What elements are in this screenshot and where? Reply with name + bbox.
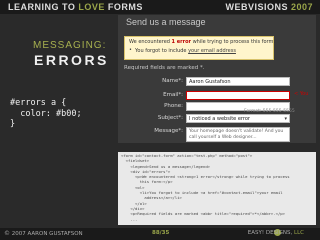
css-code-sample: #errors a { color: #b00; } (10, 98, 82, 129)
presentation-title: LEARNING TO LOVE FORMS (8, 2, 143, 12)
subject-selected-value: I noticed a website error (189, 116, 250, 122)
phone-label: Phone: (164, 103, 183, 109)
error-intro: We encountered (129, 39, 172, 45)
error-rest: while trying to process this form: (190, 39, 276, 45)
email-error-marker: < You (294, 91, 309, 97)
error-summary-box: We encountered 1 error while trying to p… (124, 36, 275, 60)
bullet-icon: • (129, 47, 132, 53)
slide-counter: 88/35 (152, 230, 170, 236)
error-list-item: • You forgot to include your email addres… (129, 47, 236, 54)
error-summary-text: We encountered 1 error while trying to p… (129, 39, 275, 45)
copyright-icon: © (4, 230, 10, 237)
form-heading: Send us a message (126, 17, 206, 27)
name-label: Name*: (162, 78, 183, 84)
subject-select[interactable]: I noticed a website error ▾ (186, 114, 290, 123)
event-name: WEBVISIONS (225, 2, 291, 12)
subject-label: Subject*: (157, 115, 183, 121)
title-suffix: FORMS (104, 2, 143, 12)
copyright-text: 2007 AARON GUSTAFSON (11, 231, 83, 237)
error-email-link[interactable]: your email address (188, 48, 236, 54)
slide-title-line2: ERRORS (34, 52, 109, 68)
chevron-down-icon: ▾ (284, 116, 287, 122)
message-textarea[interactable]: Your homepage doesn't validate! And you … (186, 127, 290, 142)
email-label: Email*: (163, 92, 183, 98)
required-note: Required fields are marked *. (124, 65, 205, 71)
company-prefix: EASY! DESIGNS, (247, 230, 295, 236)
html-code-sample: <form id="contact-form" action="test.php… (121, 153, 290, 222)
event-year: 2007 (290, 2, 313, 12)
slide-title-line1: MESSAGING: (33, 40, 107, 51)
event-title: WEBVISIONS 2007 (225, 2, 313, 12)
message-label: Message*: (154, 128, 183, 134)
title-prefix: LEARNING TO (8, 2, 79, 12)
company-suffix: LLC (294, 230, 304, 236)
email-field[interactable] (186, 91, 290, 100)
error-item-prefix: You forgot to include (135, 48, 189, 54)
error-count: 1 error (171, 39, 191, 45)
name-field[interactable]: Aaron Gustafson (186, 77, 290, 86)
title-accent: LOVE (78, 2, 105, 12)
company-name: EASY! DESIGNS, LLC (248, 230, 304, 236)
copyright: © 2007 AARON GUSTAFSON (4, 230, 83, 237)
